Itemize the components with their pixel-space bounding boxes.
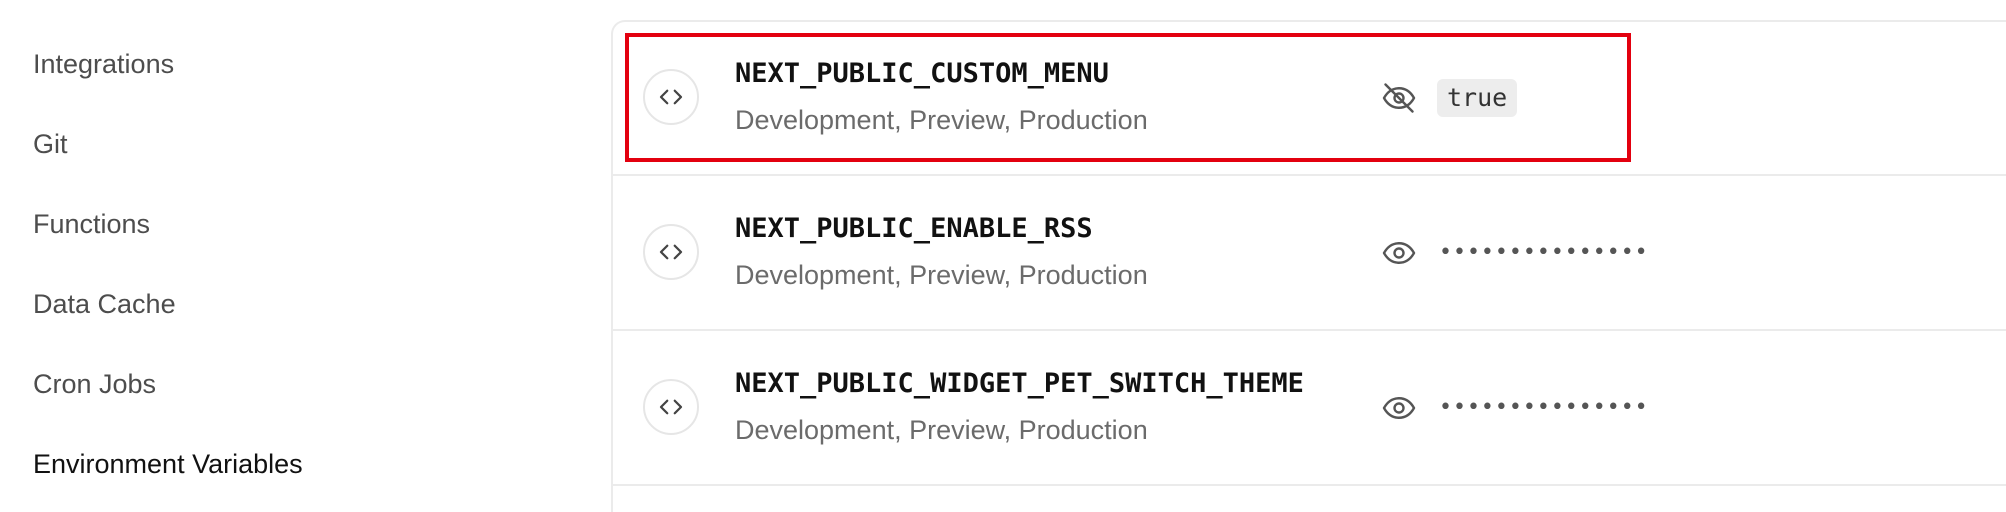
env-var-name: NEXT_PUBLIC_CUSTOM_MENU: [735, 58, 1109, 89]
eye-icon[interactable]: [1380, 234, 1418, 272]
settings-sidebar: Integrations Git Functions Data Cache Cr…: [0, 0, 600, 512]
env-var-environments: Development, Preview, Production: [735, 260, 1148, 290]
sidebar-item-functions[interactable]: Functions: [33, 206, 150, 242]
code-icon: [643, 379, 699, 435]
env-var-environments: Development, Preview, Production: [735, 415, 1148, 445]
settings-page: Integrations Git Functions Data Cache Cr…: [0, 0, 2006, 512]
code-icon: [643, 69, 699, 125]
env-var-row[interactable]: NEXT_PUBLIC_CUSTOM_MENU Development, Pre…: [611, 21, 2006, 176]
eye-icon[interactable]: [1380, 389, 1418, 427]
sidebar-item-integrations[interactable]: Integrations: [33, 46, 174, 82]
env-var-environments: Development, Preview, Production: [735, 105, 1148, 135]
sidebar-item-data-cache[interactable]: Data Cache: [33, 286, 176, 322]
env-var-masked-value: •••••••••••••••: [1439, 395, 1649, 420]
env-var-row[interactable]: NEXT_PUBLIC_WIDGET_PET_SWITCH_THEME Deve…: [611, 331, 2006, 486]
eye-off-icon[interactable]: [1380, 79, 1418, 117]
code-icon: [643, 224, 699, 280]
sidebar-item-git[interactable]: Git: [33, 126, 68, 162]
env-var-name: NEXT_PUBLIC_WIDGET_PET_SWITCH_THEME: [735, 368, 1304, 399]
sidebar-item-cron-jobs[interactable]: Cron Jobs: [33, 366, 156, 402]
env-var-row[interactable]: NEXT_PUBLIC_ENABLE_RSS Development, Prev…: [611, 176, 2006, 331]
env-var-name: NEXT_PUBLIC_ENABLE_RSS: [735, 213, 1093, 244]
env-var-masked-value: •••••••••••••••: [1439, 240, 1649, 265]
env-var-value: true: [1437, 79, 1518, 117]
sidebar-item-environment-variables[interactable]: Environment Variables: [33, 446, 303, 482]
